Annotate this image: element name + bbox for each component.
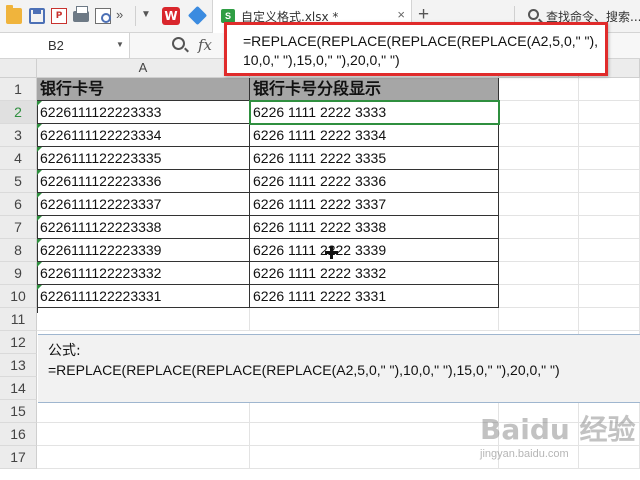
formula-input-highlight[interactable]: =REPLACE(REPLACE(REPLACE(REPLACE(A2,5,0,… [224, 22, 608, 76]
wps-logo-icon[interactable]: W [162, 7, 180, 25]
row-header[interactable]: 3 [0, 124, 37, 147]
empty-cell[interactable] [499, 124, 579, 147]
cloud-cube-icon[interactable] [187, 5, 208, 26]
column-header-a[interactable]: A [37, 59, 250, 78]
table-cell-card-segmented[interactable]: 6226 1111 2222 3335 [250, 147, 499, 170]
table-cell-card-number[interactable]: 6226111122223332 [37, 262, 250, 285]
row-header[interactable]: 9 [0, 262, 37, 285]
empty-cell[interactable] [579, 193, 640, 216]
row-header[interactable]: 11 [0, 308, 37, 331]
empty-cell[interactable] [499, 216, 579, 239]
empty-cell[interactable] [499, 285, 579, 308]
empty-cell[interactable] [579, 78, 640, 101]
row-header[interactable]: 7 [0, 216, 37, 239]
empty-cell[interactable] [37, 423, 250, 446]
row-header[interactable]: 14 [0, 377, 37, 400]
watermark-url: jingyan.baidu.com [480, 448, 569, 460]
empty-cell[interactable] [250, 400, 499, 423]
table-cell-card-segmented[interactable]: 6226 1111 2222 3336 [250, 170, 499, 193]
print-icon[interactable] [73, 6, 89, 22]
spreadsheet-file-icon: S [221, 9, 235, 23]
table-cell-card-number[interactable]: 6226111122223331 [37, 285, 250, 308]
table-cell-card-segmented[interactable]: 6226 1111 2222 3332 [250, 262, 499, 285]
formula-note: 公式: =REPLACE(REPLACE(REPLACE(REPLACE(A2,… [38, 334, 640, 403]
insert-function-icon[interactable]: fx [198, 36, 212, 54]
formula-input[interactable]: =REPLACE(REPLACE(REPLACE(REPLACE(A2,5,0,… [243, 32, 599, 70]
empty-cell[interactable] [579, 262, 640, 285]
empty-cell[interactable] [499, 101, 579, 124]
empty-cell[interactable] [499, 170, 579, 193]
watermark-logo-text: Baidu 经验 [480, 413, 636, 446]
row-header[interactable]: 15 [0, 400, 37, 423]
mouse-cursor-icon [325, 246, 338, 259]
open-folder-icon[interactable] [6, 5, 22, 24]
row-header[interactable]: 6 [0, 193, 37, 216]
empty-cell[interactable] [250, 423, 499, 446]
empty-cell[interactable] [579, 308, 640, 331]
empty-cell[interactable] [37, 400, 250, 423]
table-cell-card-number[interactable]: 6226111122223335 [37, 147, 250, 170]
empty-cell[interactable] [579, 124, 640, 147]
select-all-corner[interactable] [0, 59, 37, 78]
save-icon[interactable] [29, 8, 45, 24]
table-cell-card-number[interactable]: 6226111122223333 [37, 101, 250, 124]
name-box[interactable]: B2 ▼ [0, 33, 130, 58]
table-cell-card-number[interactable]: 6226111122223338 [37, 216, 250, 239]
table-cell-card-segmented[interactable]: 6226 1111 2222 3337 [250, 193, 499, 216]
row-header[interactable]: 10 [0, 285, 37, 308]
row-header[interactable]: 1 [0, 78, 37, 101]
table-cell-card-number[interactable]: 6226111122223339 [37, 239, 250, 262]
row-header[interactable]: 8 [0, 239, 37, 262]
chevron-down-icon[interactable]: ▼ [141, 9, 151, 20]
empty-cell[interactable] [250, 446, 499, 469]
cell-reference: B2 [48, 38, 64, 53]
table-cell-card-number[interactable]: 6226111122223336 [37, 170, 250, 193]
row-header[interactable]: 5 [0, 170, 37, 193]
table-cell-card-segmented[interactable]: 6226 1111 2222 3331 [250, 285, 499, 308]
empty-cell[interactable] [579, 147, 640, 170]
header-cell-b1[interactable]: 银行卡号分段显示 [250, 78, 499, 101]
empty-cell[interactable] [499, 239, 579, 262]
empty-cell[interactable] [499, 262, 579, 285]
row-header[interactable]: 4 [0, 147, 37, 170]
empty-cell[interactable] [579, 170, 640, 193]
empty-cell[interactable] [37, 308, 250, 331]
watermark-logo: Baidu 经验 jingyan.baidu.com [480, 408, 636, 468]
row-header[interactable]: 12 [0, 331, 37, 354]
empty-cell[interactable] [579, 101, 640, 124]
empty-cell[interactable] [499, 147, 579, 170]
table-cell-card-number[interactable]: 6226111122223334 [37, 124, 250, 147]
empty-cell[interactable] [579, 285, 640, 308]
note-formula: =REPLACE(REPLACE(REPLACE(REPLACE(A2,5,0,… [48, 362, 560, 378]
empty-cell[interactable] [250, 308, 499, 331]
empty-cell[interactable] [37, 446, 250, 469]
table-cell-card-segmented[interactable]: 6226 1111 2222 3334 [250, 124, 499, 147]
row-header[interactable]: 2 [0, 101, 37, 124]
search-icon [528, 9, 539, 20]
note-label: 公式: [48, 343, 81, 359]
table-cell-card-segmented[interactable]: 6226 1111 2222 3333 [249, 100, 500, 125]
more-tools-icon[interactable]: » [116, 7, 123, 22]
row-header[interactable]: 13 [0, 354, 37, 377]
empty-cell[interactable] [579, 239, 640, 262]
empty-cell[interactable] [499, 193, 579, 216]
row-header[interactable]: 16 [0, 423, 37, 446]
table-cell-card-segmented[interactable]: 6226 1111 2222 3339 [250, 239, 499, 262]
row-header[interactable]: 17 [0, 446, 37, 469]
close-tab-icon[interactable]: × [397, 7, 405, 22]
header-cell-a1[interactable]: 银行卡号 [37, 78, 250, 101]
table-cell-card-segmented[interactable]: 6226 1111 2222 3338 [250, 216, 499, 239]
table-cell-card-number[interactable]: 6226111122223337 [37, 193, 250, 216]
empty-cell[interactable] [499, 308, 579, 331]
export-pdf-icon[interactable]: P [51, 8, 67, 24]
empty-cell[interactable] [579, 216, 640, 239]
zoom-icon[interactable] [172, 37, 185, 50]
chevron-down-icon[interactable]: ▼ [116, 40, 124, 49]
empty-cell[interactable] [499, 78, 579, 101]
toolbar-divider [135, 6, 136, 26]
print-preview-icon[interactable] [95, 8, 111, 24]
